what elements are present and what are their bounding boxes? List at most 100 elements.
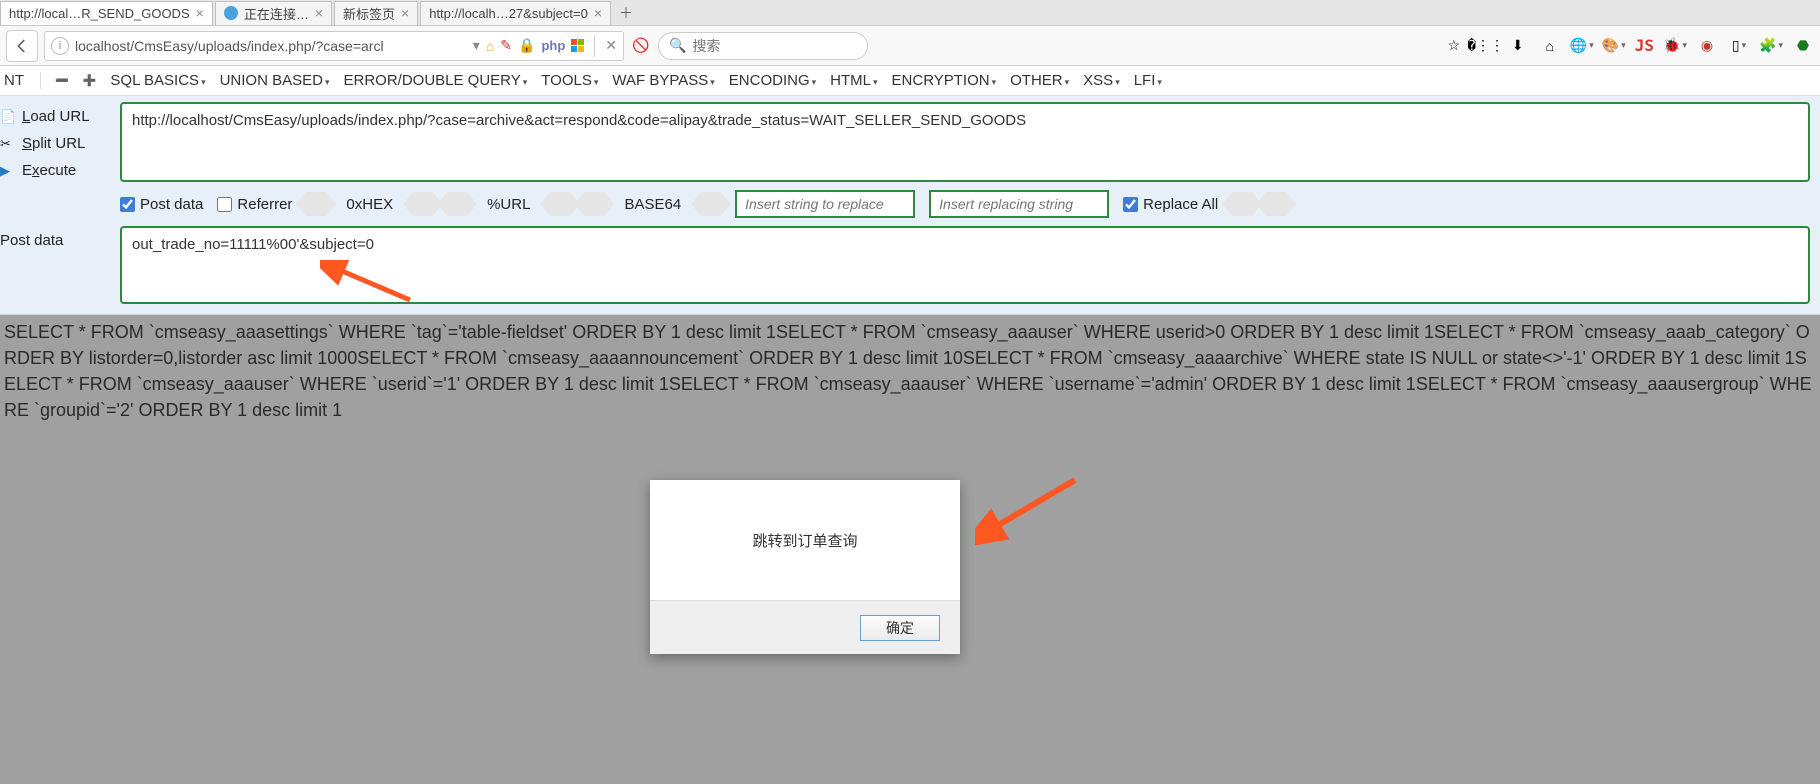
postdata-checkbox[interactable]: Post data	[120, 196, 203, 213]
home-icon[interactable]: ⌂	[486, 38, 494, 54]
chevron-down-icon	[873, 72, 878, 89]
close-icon[interactable]: ×	[196, 5, 204, 21]
menu-lfi[interactable]: LFI	[1134, 72, 1162, 89]
hex-left-button[interactable]	[306, 192, 326, 216]
page-sql-output: SELECT * FROM `cmseasy_aaasettings` WHER…	[0, 315, 1820, 427]
replace-to-input[interactable]	[929, 190, 1109, 218]
menu-union-based[interactable]: UNION BASED	[220, 72, 330, 89]
b64-label: BASE64	[618, 196, 687, 213]
alert-footer: 确定	[650, 600, 960, 654]
url-enc-label: %URL	[481, 196, 536, 213]
close-icon[interactable]: ×	[594, 5, 602, 21]
stop-icon[interactable]: ✕	[605, 37, 617, 54]
chevron-down-icon	[1065, 72, 1070, 89]
browser-tab[interactable]: http://localh…27&subject=0 ×	[420, 1, 611, 25]
replace-run-button[interactable]	[1232, 192, 1252, 216]
search-icon: 🔍	[669, 37, 686, 54]
close-icon[interactable]: ×	[315, 5, 323, 21]
extension-icon[interactable]: 🧩	[1760, 35, 1782, 57]
close-icon[interactable]: ×	[401, 5, 409, 21]
ok-button[interactable]: 确定	[860, 615, 940, 641]
plus-icon[interactable]: ➕	[83, 74, 97, 87]
split-url-button[interactable]: ✂Split URL	[0, 135, 112, 152]
search-box[interactable]: 🔍	[658, 32, 868, 60]
lock-icon[interactable]: 🔒	[518, 37, 535, 54]
url-left-button[interactable]	[447, 192, 467, 216]
url-text: localhost/CmsEasy/uploads/index.php/?cas…	[75, 38, 467, 54]
browser-toolbar: i localhost/CmsEasy/uploads/index.php/?c…	[0, 26, 1820, 66]
url-input[interactable]	[120, 102, 1810, 182]
hex-right-button[interactable]	[413, 192, 433, 216]
chevron-down-icon	[812, 72, 817, 89]
b64-right-button[interactable]	[701, 192, 721, 216]
execute-button[interactable]: ▶Execute	[0, 162, 112, 179]
palette-icon[interactable]: 🎨	[1603, 35, 1625, 57]
shield-icon[interactable]: ⬣	[1792, 35, 1814, 57]
options-row: Post data Referrer 0xHEX %URL BASE64 Rep…	[120, 190, 1810, 218]
tab-title: http://localh…27&subject=0	[429, 6, 588, 21]
browser-tab[interactable]: 正在连接… ×	[215, 1, 332, 25]
back-button[interactable]	[6, 30, 38, 62]
post-data-input[interactable]	[120, 226, 1810, 304]
chevron-down-icon	[201, 72, 206, 89]
alert-dialog: 跳转到订单查询 确定	[650, 480, 960, 654]
chevron-down-icon	[523, 72, 528, 89]
tab-title: 正在连接…	[244, 4, 309, 23]
b64-left-button[interactable]	[584, 192, 604, 216]
post-data-label: Post data	[0, 226, 112, 249]
url-right-button[interactable]	[550, 192, 570, 216]
bug-icon[interactable]: 🐞	[1664, 35, 1686, 57]
toolbar-right: ☆ �⋮⋮ ⬇ ⌂ 🌐 🎨 JS 🐞 ◉ ▯ 🧩 ⬣	[1443, 35, 1814, 57]
menu-other[interactable]: OTHER	[1010, 72, 1069, 89]
hackbar-menu: NT ➖ ➕ SQL BASICS UNION BASED ERROR/DOUB…	[0, 66, 1820, 96]
globe-icon[interactable]: 🌐	[1571, 35, 1593, 57]
hackbar-body: 📄Load URL ✂Split URL ▶Execute Post data …	[0, 96, 1820, 315]
browser-tabstrip: http://local…R_SEND_GOODS × 正在连接… × 新标签页…	[0, 0, 1820, 26]
noscript-icon[interactable]: 🚫	[630, 35, 652, 57]
chevron-down-icon	[992, 72, 997, 89]
menu-encoding[interactable]: ENCODING	[729, 72, 816, 89]
replace-from-input[interactable]	[735, 190, 915, 218]
referrer-checkbox[interactable]: Referrer	[217, 196, 292, 213]
hex-label: 0xHEX	[340, 196, 399, 213]
search-input[interactable]	[692, 38, 857, 54]
address-bar[interactable]: i localhost/CmsEasy/uploads/index.php/?c…	[44, 31, 624, 61]
feather-icon[interactable]: ✎	[500, 37, 512, 54]
library-icon[interactable]: �⋮⋮	[1475, 35, 1497, 57]
replace-run2-button[interactable]	[1266, 192, 1286, 216]
dropdown-icon[interactable]: ▾	[473, 37, 480, 54]
home-icon[interactable]: ⌂	[1539, 35, 1561, 57]
chevron-down-icon	[594, 72, 599, 89]
hackbar-mid: Post data Referrer 0xHEX %URL BASE64 Rep…	[120, 102, 1810, 304]
nt-dropdown[interactable]: NT	[4, 72, 41, 89]
folder-icon: 📄	[0, 109, 14, 125]
menu-encryption[interactable]: ENCRYPTION	[892, 72, 997, 89]
load-url-button[interactable]: 📄Load URL	[0, 108, 112, 125]
annotation-arrow-icon	[975, 475, 1085, 545]
download-icon[interactable]: ⬇	[1507, 35, 1529, 57]
menu-sql-basics[interactable]: SQL BASICS	[110, 72, 205, 89]
js-icon[interactable]: JS	[1635, 36, 1654, 55]
play-icon: ▶	[0, 163, 14, 179]
tab-title: 新标签页	[343, 4, 395, 23]
alert-message: 跳转到订单查询	[650, 480, 960, 600]
chevron-down-icon	[325, 72, 330, 89]
new-tab-button[interactable]: ＋	[613, 2, 639, 24]
sidebar-icon[interactable]: ▯	[1728, 35, 1750, 57]
separator	[594, 35, 595, 57]
loading-icon	[224, 6, 238, 20]
menu-html[interactable]: HTML	[830, 72, 877, 89]
browser-tab[interactable]: 新标签页 ×	[334, 1, 418, 25]
replace-all-checkbox[interactable]: Replace All	[1123, 196, 1218, 213]
menu-waf-bypass[interactable]: WAF BYPASS	[612, 72, 714, 89]
menu-xss[interactable]: XSS	[1083, 72, 1120, 89]
bookmark-star-icon[interactable]: ☆	[1443, 35, 1465, 57]
menu-tools[interactable]: TOOLS	[541, 72, 598, 89]
minus-icon[interactable]: ➖	[55, 74, 69, 87]
browser-tab[interactable]: http://local…R_SEND_GOODS ×	[0, 1, 213, 25]
php-icon[interactable]: php	[541, 38, 565, 53]
info-icon[interactable]: i	[51, 37, 69, 55]
record-icon[interactable]: ◉	[1696, 35, 1718, 57]
windows-icon[interactable]	[571, 39, 584, 52]
menu-error-double[interactable]: ERROR/DOUBLE QUERY	[343, 72, 527, 89]
